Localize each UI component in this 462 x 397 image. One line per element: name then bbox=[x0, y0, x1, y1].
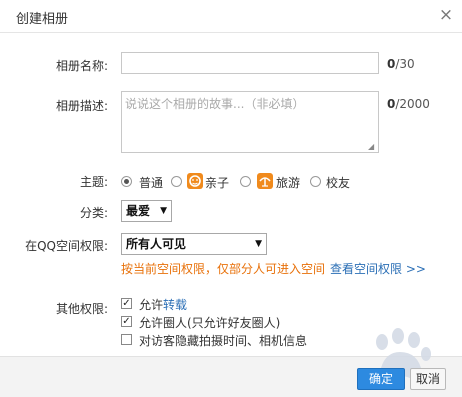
parent-child-icon bbox=[187, 173, 203, 189]
allow-tagging-checkbox[interactable]: ✓ bbox=[121, 316, 132, 327]
dropdown-arrow-icon: ▼ bbox=[255, 239, 262, 249]
theme-radio-alumni[interactable] bbox=[310, 176, 321, 187]
permission-select[interactable]: 所有人可见 ▼ bbox=[121, 233, 267, 255]
resize-grip-icon: ◢ bbox=[368, 142, 375, 151]
dialog-title: 创建相册 bbox=[16, 12, 69, 27]
allow-reprint-label: 允许转载 bbox=[139, 296, 187, 313]
theme-label: 主题: bbox=[79, 175, 108, 189]
cancel-button[interactable]: 取消 bbox=[410, 368, 446, 390]
theme-alumni-label: 校友 bbox=[326, 176, 351, 190]
dialog-titlebar: 创建相册 × bbox=[0, 0, 462, 33]
other-permissions-label: 其他权限: bbox=[55, 302, 108, 316]
reprint-link[interactable]: 转载 bbox=[163, 298, 187, 312]
allow-reprint-prefix: 允许 bbox=[139, 298, 164, 312]
permission-label: 在QQ空间权限: bbox=[25, 239, 108, 253]
theme-normal-label: 普通 bbox=[139, 176, 164, 190]
permission-note: 按当前空间权限，仅部分人可进入空间 bbox=[121, 262, 326, 276]
hide-exif-checkbox[interactable] bbox=[121, 334, 132, 345]
dropdown-arrow-icon: ▼ bbox=[160, 206, 167, 216]
album-desc-textarea[interactable] bbox=[121, 91, 379, 153]
theme-radio-normal[interactable] bbox=[121, 176, 132, 187]
theme-radio-parent-child[interactable] bbox=[171, 176, 182, 187]
theme-parent-child-label: 亲子 bbox=[205, 176, 230, 190]
ok-button[interactable]: 确定 bbox=[357, 368, 405, 390]
allow-tagging-label: 允许圈人(只允许好友圈人) bbox=[139, 316, 281, 330]
category-select[interactable]: 最爱 ▼ bbox=[121, 200, 172, 222]
album-desc-label: 相册描述: bbox=[55, 99, 108, 113]
album-name-label: 相册名称: bbox=[55, 59, 108, 73]
theme-travel-label: 旅游 bbox=[276, 176, 301, 190]
album-desc-counter: 0/2000 bbox=[387, 97, 430, 111]
album-desc-max: /2000 bbox=[395, 97, 430, 111]
album-name-input[interactable] bbox=[121, 52, 379, 74]
theme-radio-travel[interactable] bbox=[240, 176, 251, 187]
album-name-max: /30 bbox=[395, 57, 415, 71]
allow-reprint-checkbox[interactable]: ✓ bbox=[121, 298, 132, 309]
album-name-counter: 0/30 bbox=[387, 57, 415, 71]
close-icon[interactable]: × bbox=[438, 5, 454, 25]
permission-value: 所有人可见 bbox=[126, 237, 187, 251]
view-permission-link[interactable]: 查看空间权限 >> bbox=[330, 260, 426, 277]
create-album-dialog: 创建相册 × 相册名称: 0/30 相册描述: ◢ 0/2000 主题: 普通 … bbox=[0, 0, 462, 397]
travel-icon bbox=[257, 173, 273, 189]
category-value: 最爱 bbox=[126, 204, 151, 218]
hide-exif-label: 对访客隐藏拍摄时间、相机信息 bbox=[139, 334, 308, 348]
category-label: 分类: bbox=[79, 206, 108, 220]
